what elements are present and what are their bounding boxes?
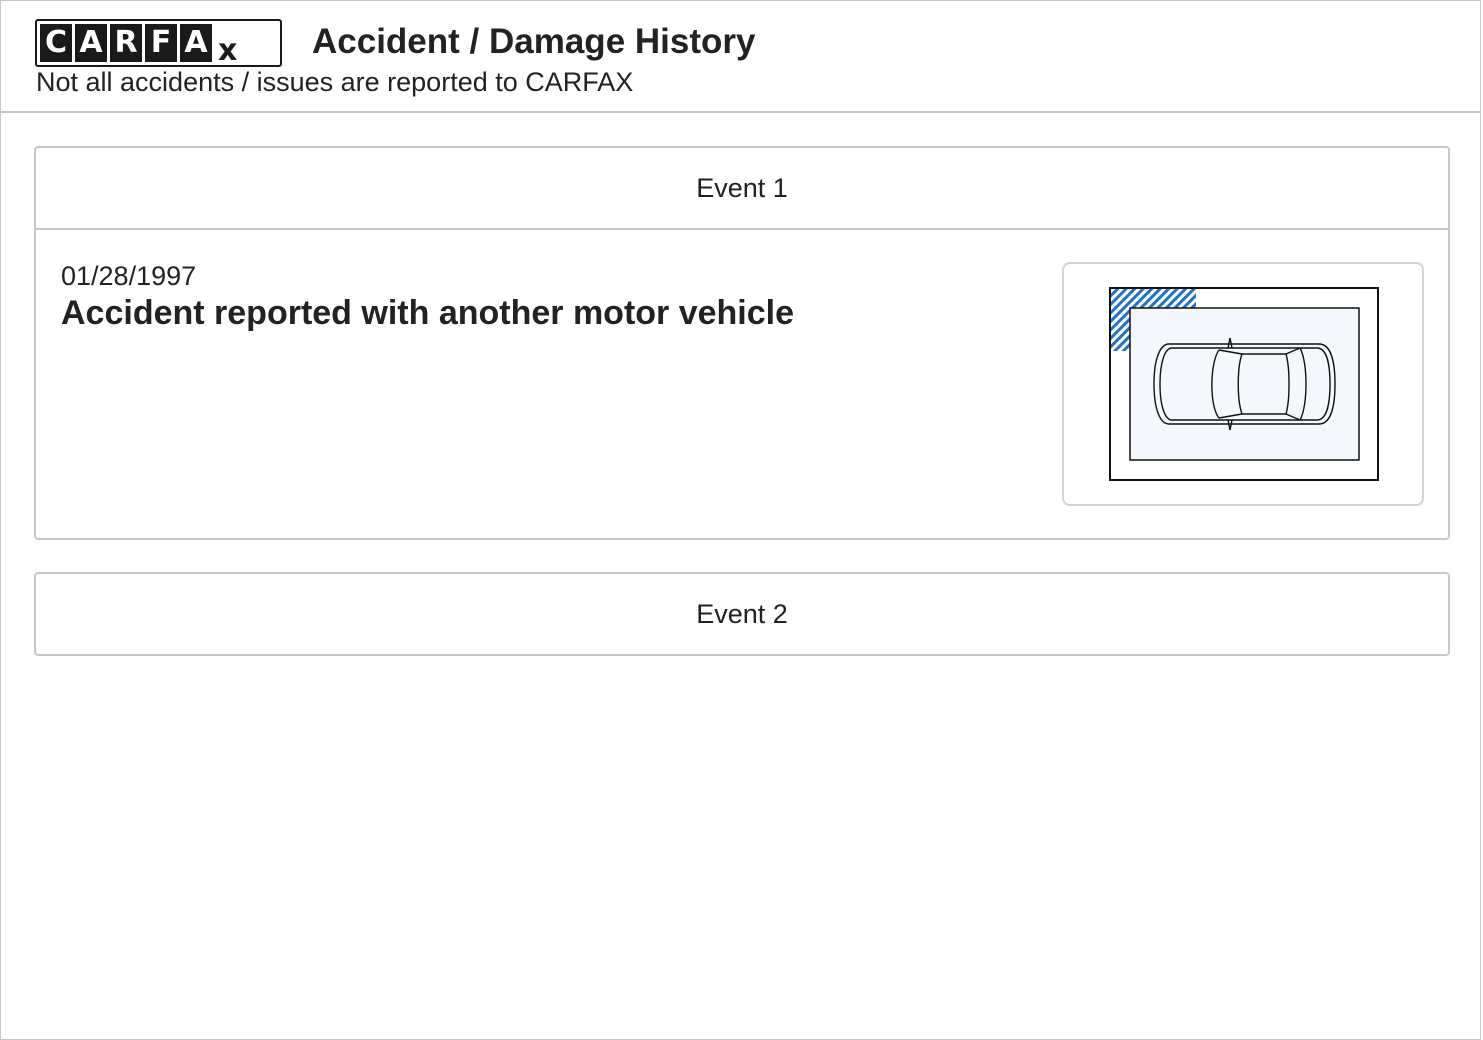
event-header-2[interactable]: Event 2 bbox=[36, 574, 1448, 654]
event-card-1: Event 1 01/28/1997 Accident reported wit… bbox=[34, 146, 1450, 540]
event-card-2: Event 2 bbox=[34, 572, 1450, 656]
event-date: 01/28/1997 bbox=[61, 261, 197, 291]
event-header-1[interactable]: Event 1 bbox=[36, 148, 1448, 230]
section-header: C A R F A x Accident / Damage History No… bbox=[1, 1, 1480, 113]
damage-diagram bbox=[1062, 262, 1424, 506]
event-description: Accident reported with another motor veh… bbox=[61, 294, 795, 332]
logo-letter: F bbox=[145, 24, 177, 62]
logo-tail-letter: x bbox=[218, 33, 238, 68]
logo-letter: A bbox=[75, 24, 107, 62]
carfax-logo: C A R F A x bbox=[35, 19, 282, 68]
logo-letter: R bbox=[110, 24, 142, 62]
page-subtitle: Not all accidents / issues are reported … bbox=[36, 67, 634, 97]
logo-letter: A bbox=[180, 24, 212, 62]
inner-zone bbox=[1129, 307, 1360, 461]
car-top-view-icon bbox=[1109, 287, 1379, 481]
logo-tail: x bbox=[215, 24, 247, 68]
page-title: Accident / Damage History bbox=[312, 22, 756, 61]
logo-letter: C bbox=[40, 24, 72, 62]
